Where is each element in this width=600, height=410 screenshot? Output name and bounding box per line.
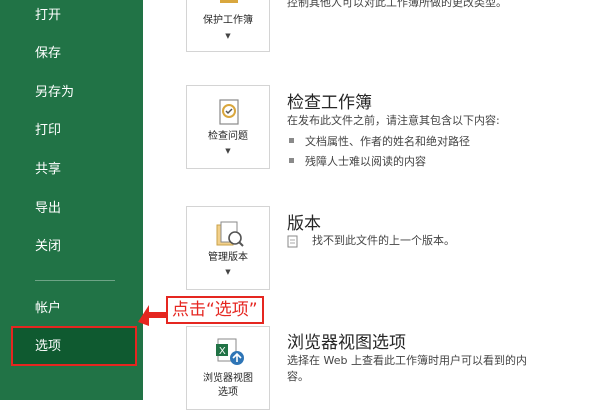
manage-versions-button[interactable]: 管理版本 ▼ [186,206,270,290]
nav-save[interactable]: 保存 [0,35,143,73]
inspect-desc: 在发布此文件之前，请注意其包含以下内容: [287,114,500,127]
browser-view-options-label-line2: 选项 [218,387,238,398]
versions-icon [216,221,244,247]
inspect-issues-label: 检查问题 [208,131,248,142]
nav-save-as[interactable]: 另存为 [0,74,143,112]
file-icon [287,235,298,248]
browser-view-options-label-line1: 浏览器视图 [203,373,253,384]
browser-view-options-button[interactable]: X 浏览器视图 选项 [186,326,270,410]
inspect-bullet-text: 文档属性、作者的姓名和绝对路径 [305,135,470,148]
inspect-bullet: 文档属性、作者的姓名和绝对路径 [289,134,470,150]
browser-view-icon: X [216,338,244,365]
nav-share[interactable]: 共享 [0,151,143,189]
nav-divider [35,280,115,281]
browser-title: 浏览器视图选项 [287,333,406,353]
protect-workbook-label: 保护工作簿 [203,15,253,26]
chevron-down-icon: ▼ [225,32,231,40]
lock-icon [220,0,238,3]
nav-account[interactable]: 帐户 [0,290,143,328]
browser-desc-line2: 容。 [287,370,309,383]
inspect-issues-button[interactable]: 检查问题 ▼ [186,85,270,169]
nav-print[interactable]: 打印 [0,112,143,150]
svg-text:X: X [219,346,226,357]
nav-open[interactable]: 打开 [0,0,143,35]
nav-close[interactable]: 关闭 [0,228,143,266]
versions-desc: 找不到此文件的上一个版本。 [312,234,455,247]
options-highlight-box [11,326,137,366]
callout-label: 点击“选项” [166,296,264,324]
protect-workbook-button[interactable]: 保护工作簿 ▼ [186,0,270,52]
browser-desc-line1: 选择在 Web 上查看此工作簿时用户可以看到的内 [287,354,527,367]
nav-export[interactable]: 导出 [0,190,143,228]
inspect-bullet: 残障人士难以阅读的内容 [289,154,426,170]
inspect-bullet-text: 残障人士难以阅读的内容 [305,155,426,168]
manage-versions-label: 管理版本 [208,252,248,263]
chevron-down-icon: ▼ [225,268,231,276]
protect-desc: 控制其他人可以对此工作簿所做的更改类型。 [287,0,507,9]
inspect-icon [219,99,239,125]
inspect-title: 检查工作簿 [287,93,372,113]
chevron-down-icon: ▼ [225,147,231,155]
arrow-left-icon [138,305,168,326]
versions-title: 版本 [287,214,321,234]
